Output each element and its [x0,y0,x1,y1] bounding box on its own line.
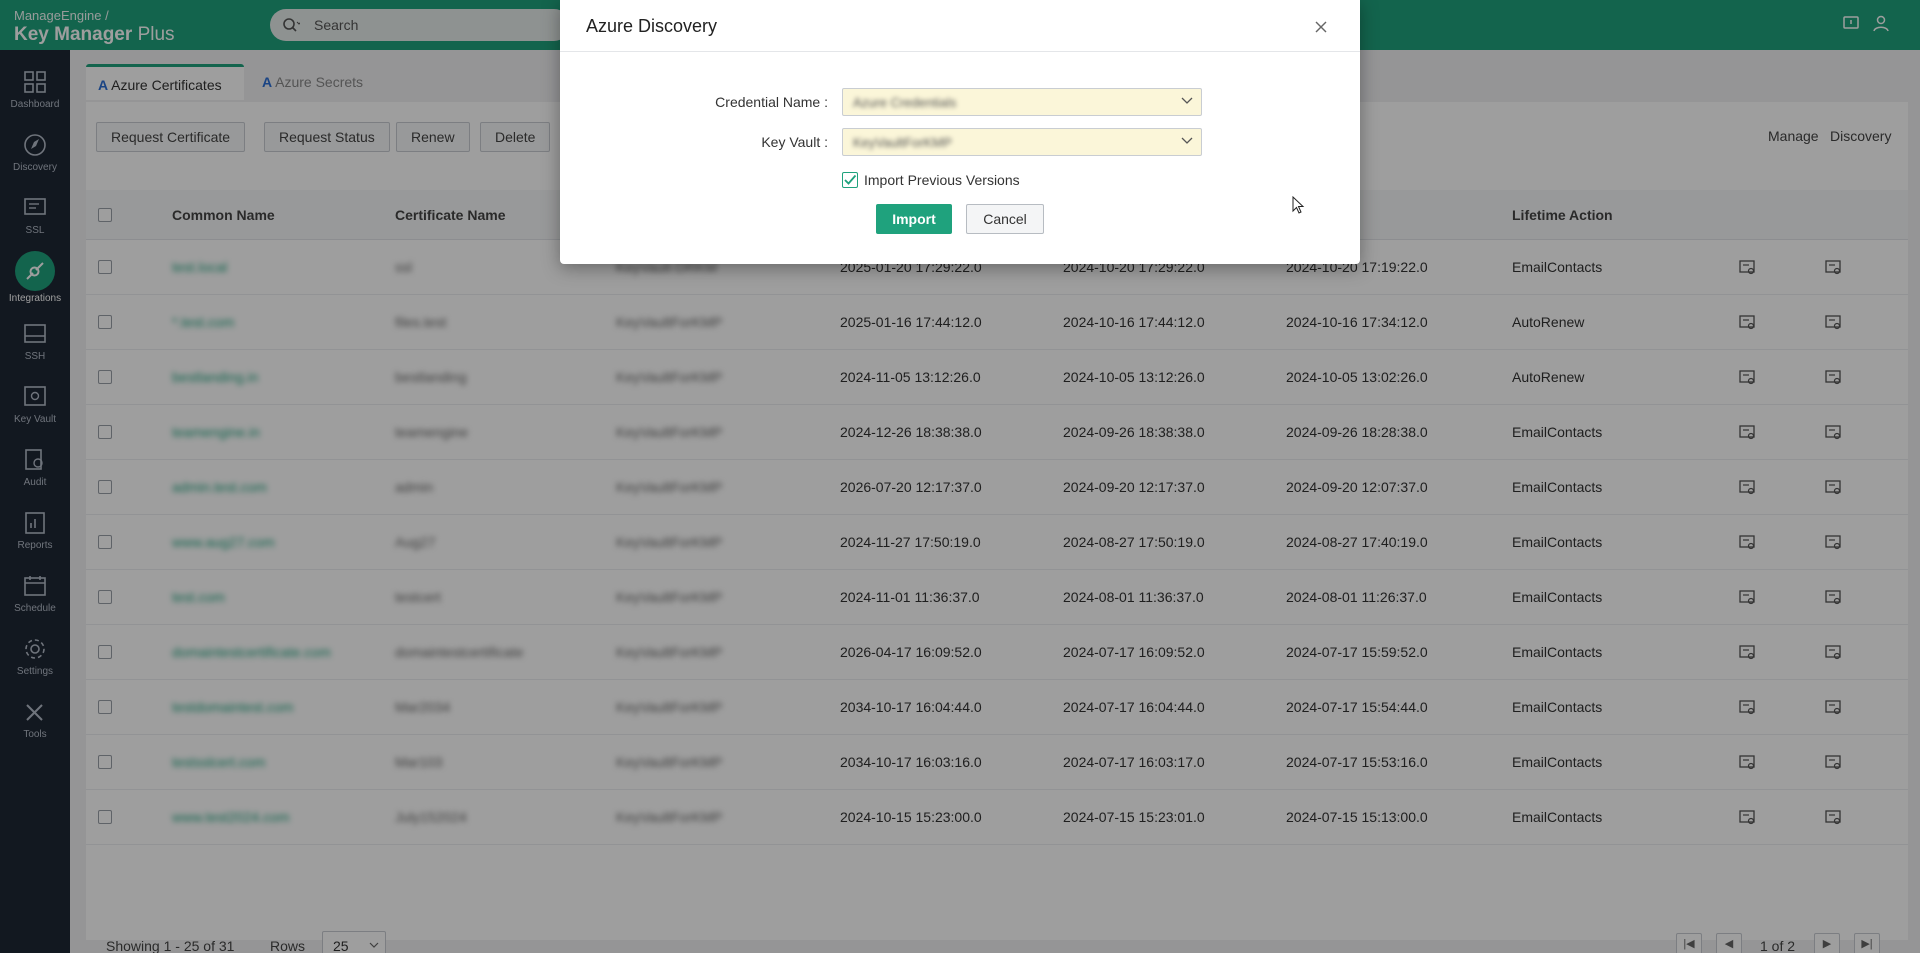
credential-name-value: Azure Credentials [853,95,957,110]
cancel-button[interactable]: Cancel [966,204,1044,234]
mouse-cursor-icon [1292,196,1305,214]
close-icon[interactable] [1314,20,1328,34]
dialog-header: Azure Discovery [560,0,1360,52]
key-vault-label: Key Vault : [761,134,828,150]
import-previous-versions-checkbox[interactable] [842,172,858,188]
key-vault-value: KeyVaultForKMP [853,135,952,150]
checkmark-icon [844,174,857,185]
key-vault-select[interactable]: KeyVaultForKMP [842,128,1202,156]
import-button[interactable]: Import [876,204,952,234]
azure-discovery-dialog: Azure Discovery Credential Name : Azure … [560,0,1360,264]
credential-name-select[interactable]: Azure Credentials [842,88,1202,116]
dialog-title: Azure Discovery [586,16,718,36]
chevron-down-icon [1181,137,1193,144]
credential-name-label: Credential Name : [715,94,828,110]
import-previous-versions-label[interactable]: Import Previous Versions [864,172,1020,188]
chevron-down-icon [1181,97,1193,104]
